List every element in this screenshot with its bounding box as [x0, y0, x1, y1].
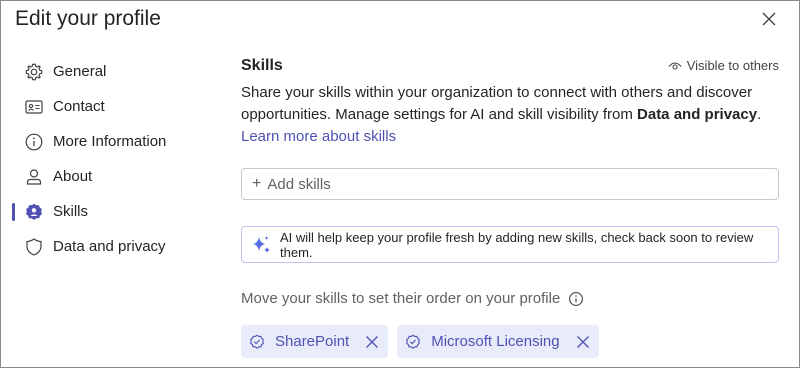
skills-description: Share your skills within your organizati…	[241, 82, 781, 148]
add-skills-input[interactable]: + Add skills	[241, 168, 779, 200]
sidebar-item-about[interactable]: About	[1, 159, 221, 194]
data-privacy-link[interactable]: Data and privacy	[637, 106, 757, 123]
skill-pill-label: Microsoft Licensing	[431, 333, 560, 350]
info-icon	[24, 132, 44, 152]
skill-pill-label: SharePoint	[275, 333, 350, 350]
sidebar-item-label: Data and privacy	[53, 238, 166, 255]
dialog-title: Edit your profile	[15, 7, 161, 30]
skill-pill[interactable]: Microsoft Licensing	[397, 325, 599, 358]
add-skills-placeholder: Add skills	[267, 175, 331, 193]
sidebar-item-general[interactable]: General	[1, 54, 221, 89]
sidebar-item-label: About	[53, 168, 93, 185]
shield-icon	[24, 237, 44, 257]
skill-badge-icon	[405, 334, 421, 350]
skill-badge-icon	[249, 334, 265, 350]
plus-icon: +	[252, 175, 262, 192]
sidebar-item-contact[interactable]: Contact	[1, 89, 221, 124]
sidebar-item-more-information[interactable]: More Information	[1, 124, 221, 159]
visibility-indicator[interactable]: Visible to others	[668, 58, 779, 73]
close-icon	[761, 11, 777, 27]
sidebar-item-label: Contact	[53, 98, 105, 115]
edit-profile-dialog: Edit your profile General Contact More I…	[0, 0, 800, 368]
sidebar-item-label: Skills	[53, 203, 89, 220]
skill-pill[interactable]: SharePoint	[241, 325, 389, 358]
ai-notice-text: AI will help keep your profile fresh by …	[280, 229, 754, 260]
info-icon[interactable]	[568, 291, 584, 307]
sidebar-item-skills[interactable]: Skills	[1, 194, 221, 229]
gear-icon	[24, 62, 44, 82]
description-end: .	[757, 106, 762, 123]
order-label: Move your skills to set their order on y…	[241, 290, 584, 307]
skill-pills: SharePoint Microsoft Licensing	[241, 325, 599, 358]
skills-icon	[24, 202, 44, 222]
person-icon	[24, 167, 44, 187]
section-title: Skills	[241, 57, 283, 74]
sidebar-nav: General Contact More Information About S…	[1, 54, 221, 264]
order-label-text: Move your skills to set their order on y…	[241, 290, 561, 307]
visibility-label: Visible to others	[686, 58, 779, 73]
sparkle-icon	[250, 234, 272, 256]
learn-more-link[interactable]: Learn more about skills	[241, 128, 396, 145]
contact-card-icon	[24, 97, 44, 117]
sidebar-item-data-and-privacy[interactable]: Data and privacy	[1, 229, 221, 264]
eye-icon	[668, 59, 682, 73]
ai-notice: AI will help keep your profile fresh by …	[241, 226, 779, 263]
active-indicator	[12, 203, 15, 221]
remove-skill-icon[interactable]	[576, 335, 590, 349]
sidebar-item-label: More Information	[53, 133, 167, 150]
sidebar-item-label: General	[53, 63, 107, 80]
remove-skill-icon[interactable]	[365, 335, 379, 349]
close-button[interactable]	[757, 7, 781, 31]
